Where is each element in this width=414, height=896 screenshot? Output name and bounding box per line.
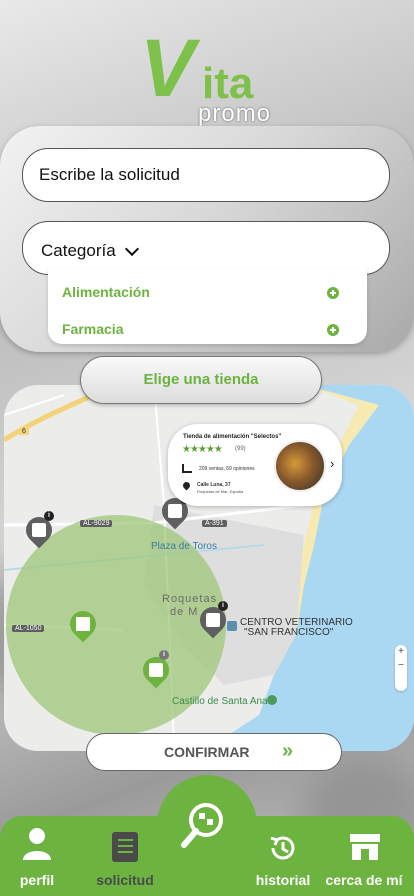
nav-perfil[interactable]: perfil [10, 826, 64, 888]
clipboard-list-icon [112, 832, 138, 862]
request-input-field[interactable] [22, 148, 390, 202]
store-name: Tienda de alimentación "Selectos" [183, 434, 282, 440]
road-tag-a391: A-391 [202, 520, 227, 527]
vet-marker-icon [227, 621, 237, 631]
town-label-line2: de M [170, 606, 199, 618]
castle-marker-icon [267, 695, 277, 705]
road-tag-6: 6 [19, 428, 29, 435]
road-tag-al9029: AL-9029 [80, 520, 113, 527]
road-tag-al1050: AL-1050 [12, 625, 45, 632]
store-city: Roquetas de Mar, España [197, 489, 244, 494]
nav-historial[interactable]: historial [250, 832, 316, 888]
search-magnifier-icon[interactable] [178, 796, 234, 852]
person-icon [23, 828, 51, 860]
request-input[interactable] [23, 149, 389, 201]
history-icon [270, 836, 295, 860]
nav-label-solicitud: solicitud [96, 872, 154, 888]
confirm-label: CONFIRMAR [164, 744, 250, 760]
store-address: Calle Luna, 37 [197, 482, 231, 488]
sales-opinions: 209 ventas, 69 opiniones [199, 466, 255, 472]
rating-count: (99) [235, 446, 246, 452]
info-icon[interactable]: i [218, 601, 228, 611]
category-item-alimentacion[interactable]: Alimentación [62, 284, 150, 300]
nav-label-historial: historial [255, 872, 311, 888]
nav-label-perfil: perfil [19, 872, 55, 888]
castle-label: Castillo de Santa Ana [172, 696, 268, 707]
bar-chart-icon [182, 464, 192, 473]
info-icon[interactable]: i [44, 511, 54, 521]
vita-promo-logo: V ita promo [140, 28, 280, 126]
chevron-right-icon[interactable]: › [330, 456, 334, 471]
rating-stars-icon: ★★★★★ [182, 444, 223, 455]
category-list: Alimentación Farmacia [48, 268, 367, 344]
category-label: Categoría [41, 241, 116, 260]
category-dropdown[interactable]: Categoría [22, 221, 390, 275]
nav-solicitud[interactable]: solicitud [88, 830, 162, 888]
town-label-line1: Roquetas [162, 593, 218, 605]
store-icon [350, 834, 380, 860]
logo-v: V [140, 23, 195, 114]
double-chevron-right-icon: » [282, 740, 293, 762]
category-item-farmacia[interactable]: Farmacia [62, 321, 123, 337]
confirm-button[interactable]: CONFIRMAR » [86, 733, 342, 771]
location-pin-icon [181, 480, 192, 491]
store-photo [274, 440, 326, 492]
nav-label-cerca-de-mi: cerca de mí [325, 872, 403, 888]
zoom-out-button[interactable]: − [395, 659, 407, 673]
zoom-in-button[interactable]: + [395, 645, 407, 659]
store-info-card[interactable]: Tienda de alimentación "Selectos" ★★★★★ … [168, 424, 342, 506]
logo-promo: promo [198, 100, 272, 127]
map-zoom-control[interactable]: + − [395, 645, 407, 691]
chevron-down-icon [124, 241, 140, 257]
choose-store-button[interactable]: Elige una tienda [80, 356, 322, 404]
info-icon[interactable]: i [159, 650, 169, 660]
add-farmacia-icon[interactable] [327, 324, 339, 336]
add-alimentacion-icon[interactable] [327, 287, 339, 299]
nav-cerca-de-mi[interactable]: cerca de mí [322, 830, 406, 888]
plaza-de-toros-label: Plaza de Toros [151, 541, 217, 552]
vet-label-line2: "SAN FRANCISCO" [244, 627, 334, 638]
